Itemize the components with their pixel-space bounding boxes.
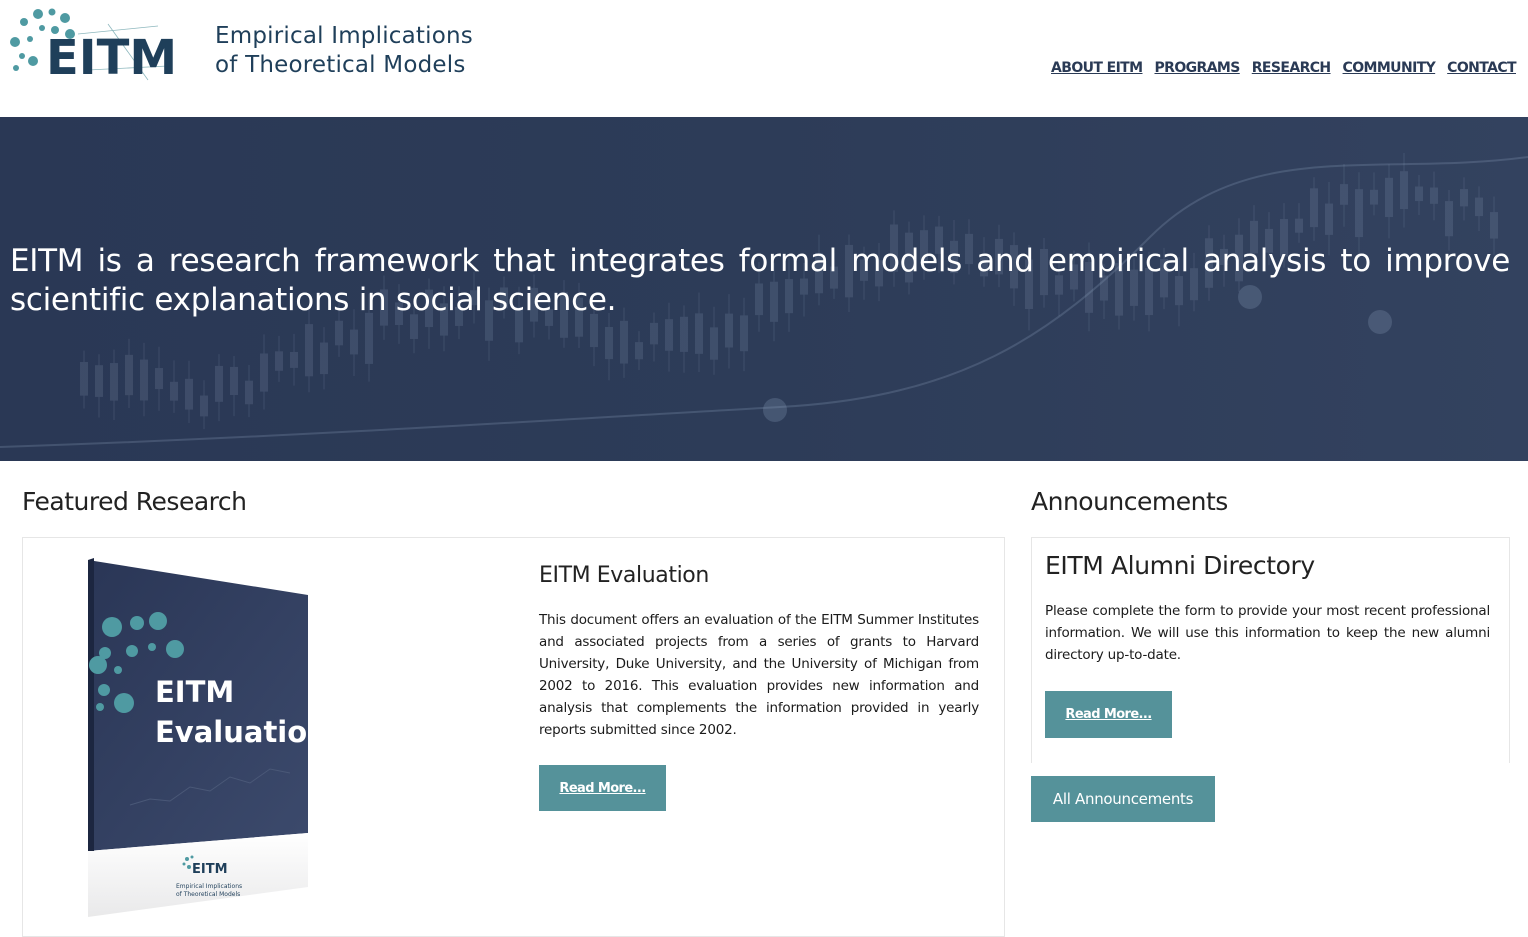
book-title-line2: Evaluation [155,715,328,749]
book-cover-image: EITM Evaluation EITM Empirical Implicati… [70,555,330,920]
site-title: Empirical Implications of Theoretical Mo… [215,22,473,80]
announcement-read-more-button[interactable]: Read More... [1045,691,1172,738]
announcements-heading: Announcements [1031,487,1228,516]
hero-banner: EITM is a research framework that integr… [0,117,1528,461]
hero-text: EITM is a research framework that integr… [10,243,1510,318]
nav-programs[interactable]: PROGRAMS [1154,60,1240,76]
logo-dots-icon: EITM [10,8,177,86]
announcement-body: Please complete the form to provide your… [1045,603,1490,663]
nav-contact[interactable]: CONTACT [1447,60,1516,76]
nav-about[interactable]: ABOUT EITM [1051,60,1143,76]
featured-read-more-button[interactable]: Read More... [539,765,666,811]
main-nav: ABOUT EITM PROGRAMS RESEARCH COMMUNITY C… [1051,60,1517,76]
featured-heading: Featured Research [22,487,247,516]
book-small-line2: of Theoretical Models [176,891,240,898]
site-title-line2: of Theoretical Models [215,52,466,78]
featured-body: This document offers an evaluation of th… [539,612,979,738]
svg-text:EITM: EITM [46,30,177,84]
nav-community[interactable]: COMMUNITY [1343,60,1436,76]
nav-research[interactable]: RESEARCH [1252,60,1331,76]
all-announcements-button[interactable]: All Announcements [1031,776,1215,822]
announcement-title: EITM Alumni Directory [1045,551,1315,580]
eitm-logo[interactable]: EITM [8,4,188,86]
site-title-line1: Empirical Implications [215,23,473,49]
book-title-line1: EITM [155,675,234,709]
site-header: EITM Empirical Implications of Theoretic… [0,0,1528,117]
book-small-line1: Empirical Implications [176,883,242,890]
book-small-logo: EITM [192,862,228,877]
featured-title: EITM Evaluation [539,563,709,588]
